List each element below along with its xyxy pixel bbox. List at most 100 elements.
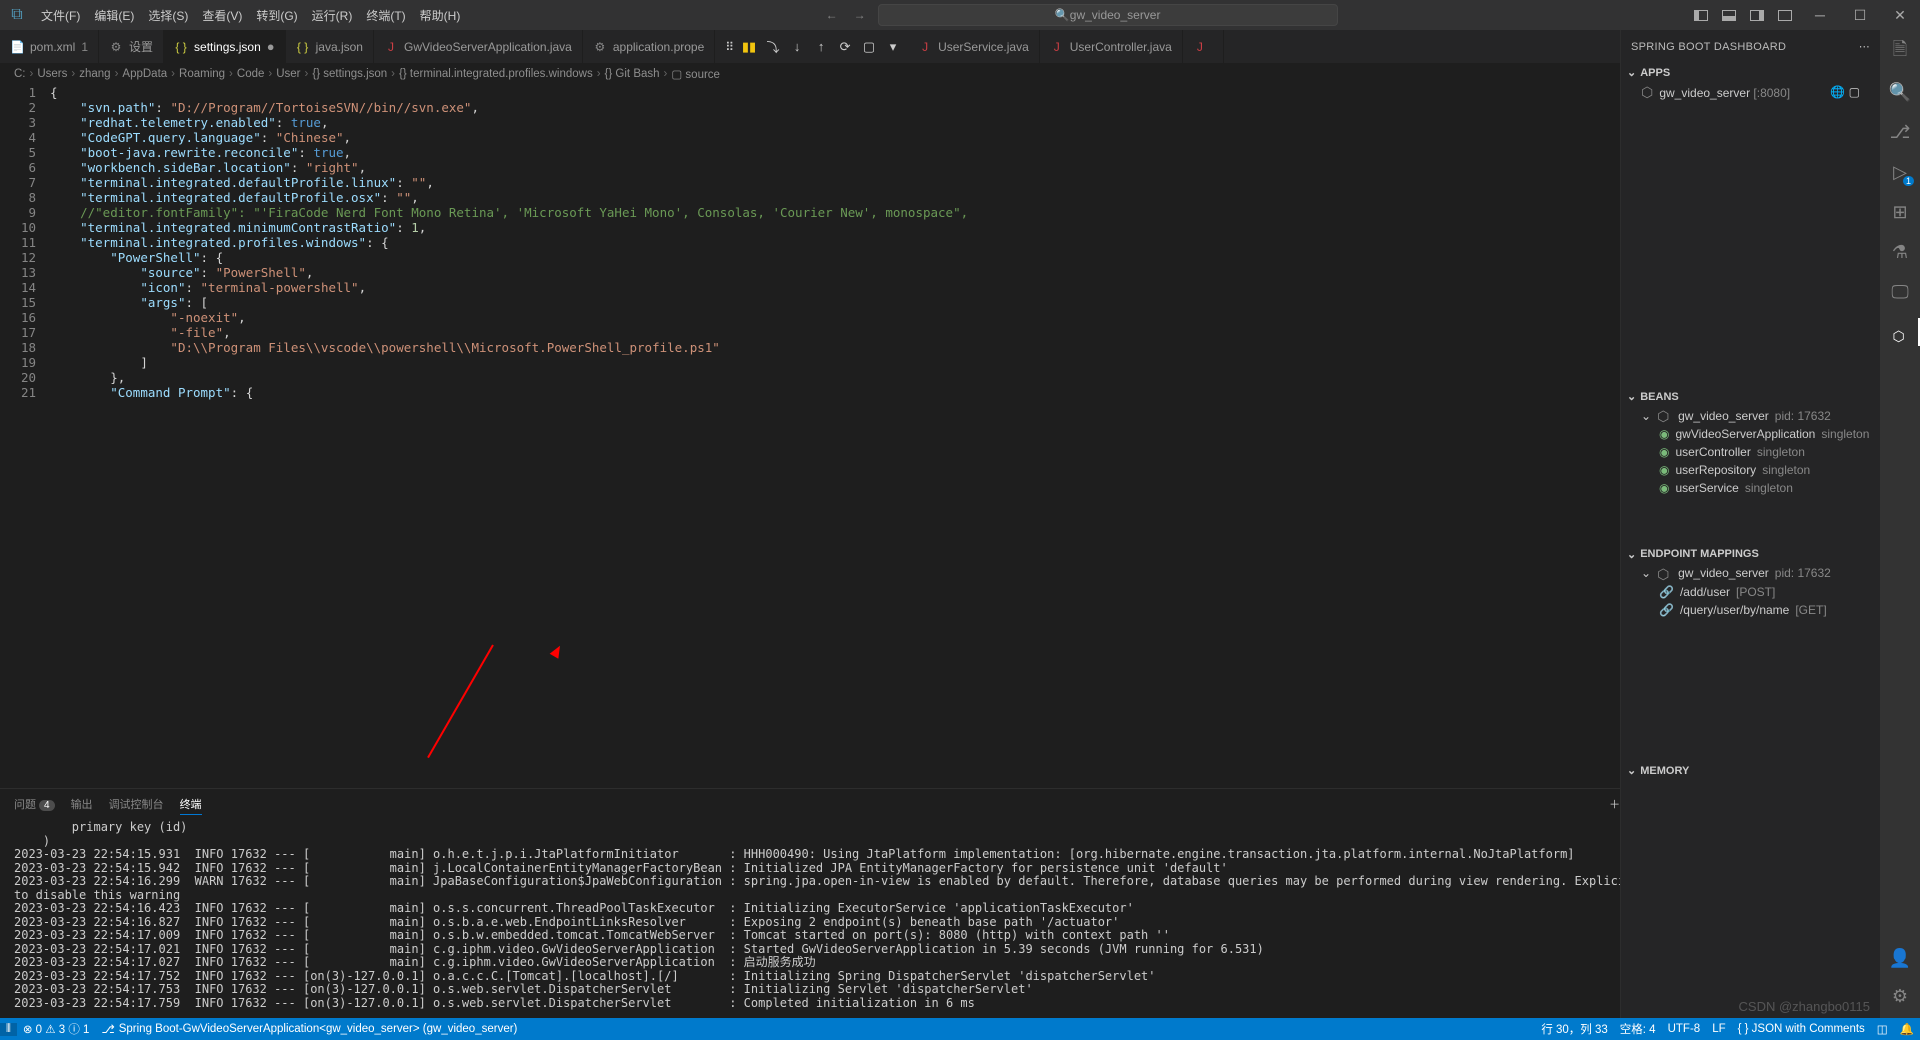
command-center[interactable]: 🔍 gw_video_server [878, 4, 1338, 26]
editor-tab[interactable]: JUserController.java [1040, 30, 1183, 63]
testing-icon[interactable]: ⚗ [1888, 240, 1912, 264]
vscode-logo-icon: ⧉ [0, 6, 34, 24]
globe-icon[interactable]: 🌐 [1830, 85, 1845, 99]
status-item[interactable]: UTF-8 [1662, 1021, 1707, 1037]
nav-forward-icon[interactable]: → [850, 8, 870, 22]
section-endpoints[interactable]: ⌄ENDPOINT MAPPINGS [1621, 545, 1880, 564]
java-icon: J [1050, 40, 1064, 54]
editor-tab[interactable]: 📄pom.xml1 [0, 30, 99, 63]
menu-item[interactable]: 运行(R) [305, 7, 360, 24]
window-minimize-icon[interactable]: ─ [1800, 0, 1840, 30]
menu-item[interactable]: 帮助(H) [413, 7, 468, 24]
dashboard-title: SPRING BOOT DASHBOARD [1631, 41, 1786, 53]
remote-explorer-icon[interactable]: 🖵 [1888, 280, 1912, 304]
status-item[interactable]: LF [1706, 1021, 1731, 1037]
breadcrumb-item[interactable]: {} terminal.integrated.profiles.windows [399, 68, 593, 80]
xml-icon: 📄 [10, 40, 24, 54]
status-bar: ⫴ ⊗ 0 ⚠ 3 ⓘ 1 ⎇ Spring Boot-GwVideoServe… [0, 1018, 1920, 1040]
window-maximize-icon[interactable]: ☐ [1840, 0, 1880, 30]
breadcrumb-item[interactable]: zhang [79, 68, 110, 80]
hexagon-icon [1657, 566, 1672, 581]
window-close-icon[interactable]: ✕ [1880, 0, 1920, 30]
layout-left-icon[interactable] [1692, 6, 1710, 24]
debug-btn-1[interactable]: ⤵ [764, 38, 782, 56]
dashboard-more-icon[interactable]: ⋯ [1859, 40, 1870, 53]
breadcrumb-item[interactable]: Code [237, 68, 265, 80]
panel-tab[interactable]: 调试控制台 [109, 794, 164, 814]
debug-btn-6[interactable]: ▾ [884, 38, 902, 56]
csdn-watermark: CSDN @zhangbo0115 [1739, 999, 1870, 1014]
tab-label: GwVideoServerApplication.java [404, 40, 572, 54]
extensions-icon[interactable]: ⊞ [1888, 200, 1912, 224]
link-icon: 🔗 [1659, 603, 1674, 617]
editor-tab[interactable]: JGwVideoServerApplication.java [374, 30, 583, 63]
editor-tab[interactable]: ⚙application.prope [583, 30, 715, 63]
files-icon[interactable]: 🗎 [1888, 40, 1912, 64]
debug-btn-4[interactable]: ⟳ [836, 38, 854, 56]
endpoints-app[interactable]: ⌄ gw_video_server pid: 17632 [1621, 564, 1880, 583]
breadcrumb-item[interactable]: Roaming [179, 68, 225, 80]
tab-label: settings.json [194, 40, 261, 54]
menu-item[interactable]: 选择(S) [141, 7, 195, 24]
status-item[interactable]: 🔔 [1894, 1021, 1920, 1037]
status-item[interactable]: 行 30，列 33 [1535, 1021, 1613, 1037]
beans-app[interactable]: ⌄ gw_video_server pid: 17632 [1621, 406, 1880, 425]
nav-back-icon[interactable]: ← [822, 8, 842, 22]
breadcrumb-item[interactable]: Users [37, 68, 67, 80]
layout-customize-icon[interactable] [1776, 6, 1794, 24]
spring-dashboard-icon[interactable] [1888, 320, 1912, 344]
menu-item[interactable]: 转到(G) [249, 7, 304, 24]
app-item[interactable]: gw_video_server [:8080] 🌐 ▢ [1621, 82, 1880, 102]
tab-label: UserService.java [938, 40, 1029, 54]
stop-icon[interactable]: ▢ [1849, 85, 1860, 99]
run-debug-icon[interactable]: ▷1 [1888, 160, 1912, 184]
bean-item[interactable]: ◉ gwVideoServerApplication singleton [1621, 425, 1880, 443]
breadcrumb-item[interactable]: C: [14, 68, 26, 80]
debug-btn-3[interactable]: ↑ [812, 38, 830, 56]
status-spring[interactable]: ⎇ Spring Boot-GwVideoServerApplication<g… [95, 1022, 523, 1036]
breadcrumb-item[interactable]: {} Git Bash [605, 68, 660, 80]
status-item[interactable]: 空格: 4 [1614, 1021, 1662, 1037]
editor-tab[interactable]: { }java.json [286, 30, 374, 63]
section-apps[interactable]: ⌄APPS [1621, 63, 1880, 82]
editor-tab[interactable]: { }settings.json● [164, 30, 286, 63]
editor-tab[interactable]: JUserService.java [908, 30, 1040, 63]
settings-gear-icon[interactable]: ⚙ [1888, 984, 1912, 1008]
section-memory[interactable]: ⌄MEMORY [1621, 761, 1880, 780]
breadcrumb-item[interactable]: User [276, 68, 300, 80]
remote-indicator[interactable]: ⫴ [0, 1023, 17, 1036]
status-item[interactable]: { } JSON with Comments [1732, 1021, 1871, 1037]
source-control-icon[interactable]: ⎇ [1888, 120, 1912, 144]
breadcrumb-item[interactable]: AppData [122, 68, 167, 80]
panel-tab[interactable]: 输出 [71, 794, 93, 814]
status-item[interactable]: ◫ [1871, 1021, 1894, 1037]
debug-btn-5[interactable]: ▢ [860, 38, 878, 56]
menu-item[interactable]: 查看(V) [195, 7, 249, 24]
editor-tab[interactable]: ⚙设置 [99, 30, 164, 63]
menu-item[interactable]: 文件(F) [34, 7, 87, 24]
bean-item[interactable]: ◉ userController singleton [1621, 443, 1880, 461]
accounts-icon[interactable]: 👤 [1888, 946, 1912, 970]
tab-dirty-icon[interactable]: ● [267, 39, 275, 54]
bean-item[interactable]: ◉ userService singleton [1621, 479, 1880, 497]
panel-tab[interactable]: 问题4 [14, 794, 55, 814]
panel-tab[interactable]: 终端 [180, 794, 202, 815]
breadcrumb-item[interactable]: {} settings.json [312, 68, 387, 80]
status-problems[interactable]: ⊗ 0 ⚠ 3 ⓘ 1 [17, 1021, 96, 1037]
layout-bottom-icon[interactable] [1720, 6, 1738, 24]
menu-item[interactable]: 编辑(E) [87, 7, 141, 24]
breadcrumb-item[interactable]: ▢ source [671, 67, 720, 81]
debug-btn-2[interactable]: ↓ [788, 38, 806, 56]
search-icon[interactable]: 🔍 [1888, 80, 1912, 104]
debug-btn-0[interactable]: ▮▮ [740, 38, 758, 56]
endpoint-item[interactable]: 🔗 /add/user [POST] [1621, 583, 1880, 601]
editor-tab[interactable]: J [1183, 30, 1224, 63]
new-terminal-icon[interactable]: ＋ [1609, 796, 1620, 812]
bean-item[interactable]: ◉ userRepository singleton [1621, 461, 1880, 479]
layout-right-icon[interactable] [1748, 6, 1766, 24]
section-beans[interactable]: ⌄BEANS [1621, 387, 1880, 406]
endpoint-item[interactable]: 🔗 /query/user/by/name [GET] [1621, 601, 1880, 619]
bean-icon: ◉ [1659, 445, 1669, 459]
titlebar: ⧉ 文件(F)编辑(E)选择(S)查看(V)转到(G)运行(R)终端(T)帮助(… [0, 0, 1920, 30]
menu-item[interactable]: 终端(T) [359, 7, 412, 24]
